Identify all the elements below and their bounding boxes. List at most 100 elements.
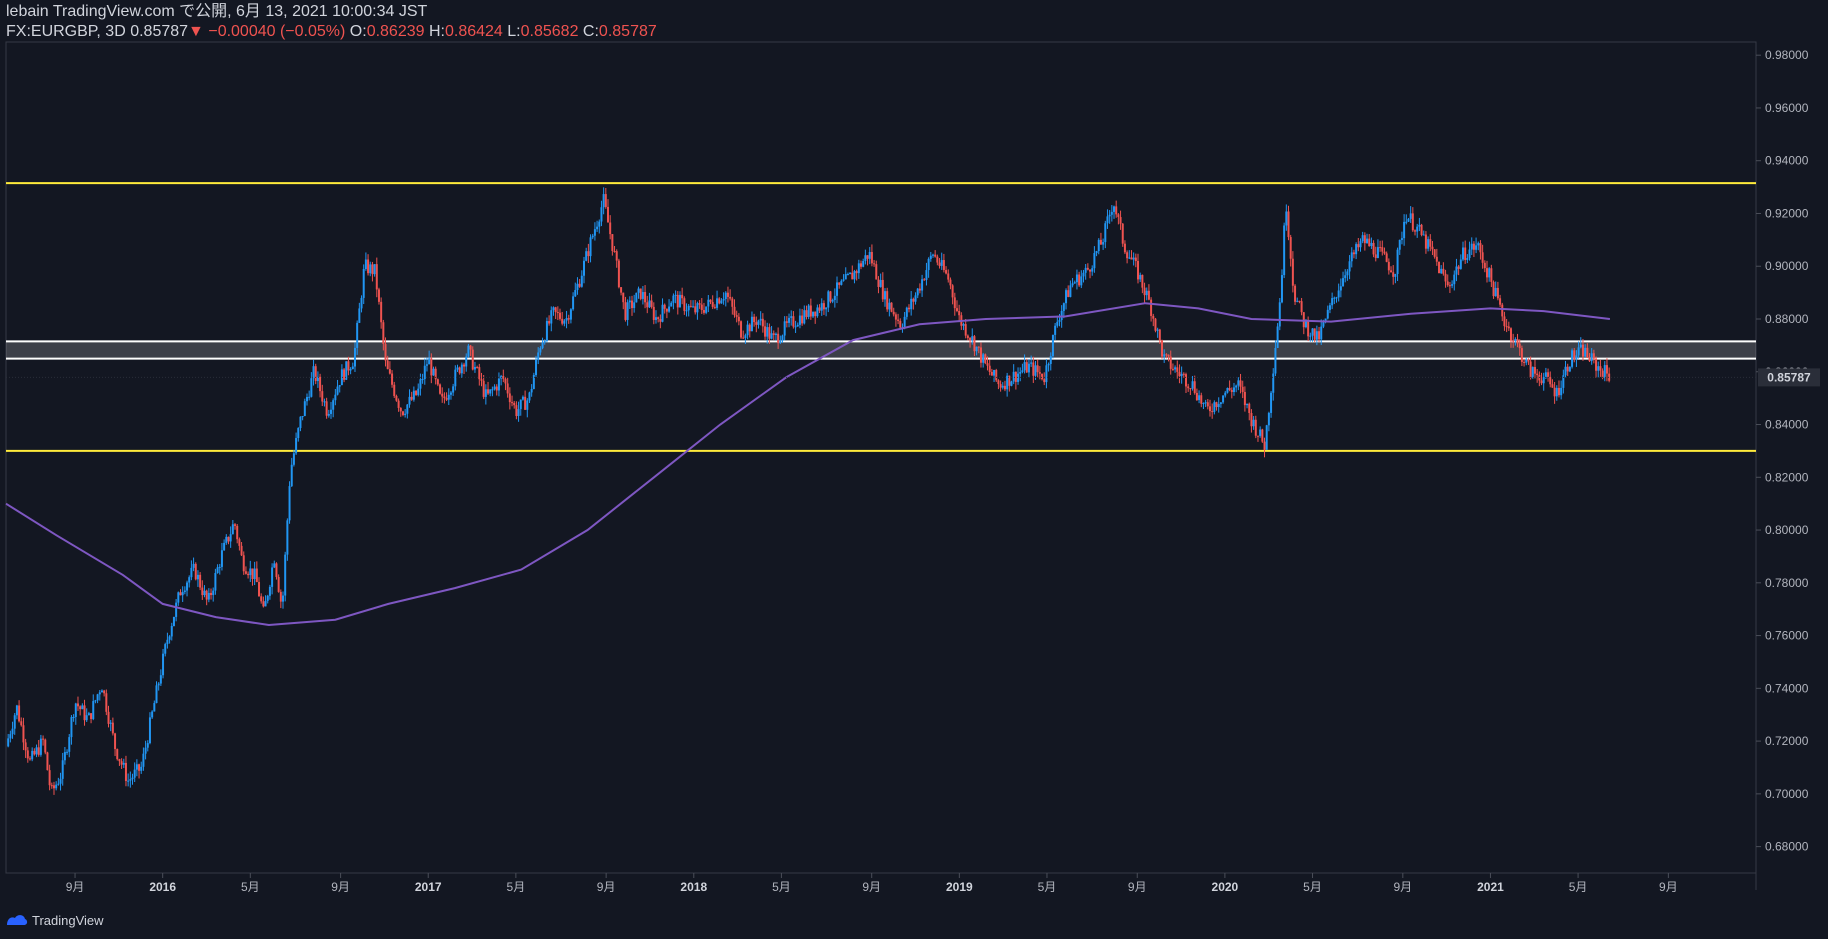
candle-body-212: [469, 345, 472, 350]
candle-body-489: [1073, 282, 1076, 284]
candle-body-229: [506, 383, 509, 394]
candle-body-675: [1479, 243, 1482, 253]
candle-body-84: [190, 567, 193, 578]
candle-body-688: [1507, 326, 1510, 329]
candle-body-333: [733, 306, 736, 316]
candle-body-193: [428, 358, 431, 365]
candle-body-43: [100, 690, 103, 693]
candle-body-732: [1603, 365, 1606, 378]
candle-body-402: [883, 291, 886, 300]
candle-body-303: [668, 306, 671, 312]
candle-body-205: [454, 369, 457, 387]
candle-body-585: [1283, 225, 1286, 276]
candle-body-336: [740, 321, 743, 338]
candle-body-460: [1010, 381, 1013, 386]
candle-body-431: [947, 273, 950, 280]
candle-body-644: [1411, 213, 1414, 231]
candle-body-529: [1161, 340, 1164, 357]
candle-body-528: [1158, 329, 1161, 341]
candle-body-266: [587, 251, 590, 257]
candle-body-501: [1099, 239, 1102, 245]
candle-body-40: [94, 700, 97, 702]
candle-body-540: [1184, 374, 1187, 387]
candle-body-154: [343, 369, 346, 380]
candle-body-416: [914, 295, 917, 302]
candle-body-710: [1555, 387, 1558, 397]
candle-body-654: [1433, 249, 1436, 257]
x-tick-label-11: 5月: [1038, 880, 1057, 894]
y-tick-label-10: 0.88000: [1765, 312, 1809, 326]
candle-body-80: [181, 592, 184, 596]
candle-body-246: [543, 341, 546, 343]
footer-brand[interactable]: TradingView: [6, 910, 104, 930]
candle-body-8: [24, 742, 27, 751]
price-chart[interactable]: 0.68000 0.70000 0.72000 0.74000 0.76000 0.780…: [0, 0, 1828, 939]
candle-body-637: [1396, 249, 1399, 274]
candle-body-202: [447, 394, 450, 400]
candle-body-473: [1038, 372, 1041, 374]
candle-body-305: [672, 295, 675, 303]
candle-body-469: [1030, 362, 1033, 364]
candle-body-120: [268, 586, 271, 596]
candle-body-61: [140, 766, 143, 771]
candle-body-603: [1322, 321, 1325, 327]
candle-body-586: [1285, 211, 1288, 226]
candle-body-550: [1206, 402, 1209, 407]
candle-body-629: [1379, 247, 1382, 249]
candle-body-471: [1034, 365, 1037, 376]
candle-body-314: [692, 306, 695, 308]
candle-body-724: [1586, 347, 1589, 358]
candle-body-441: [969, 337, 972, 341]
candle-body-641: [1405, 221, 1408, 223]
candle-body-531: [1165, 354, 1168, 356]
candle-body-149: [332, 400, 335, 410]
candle-body-506: [1110, 211, 1113, 215]
candle-body-426: [936, 256, 939, 263]
candle-body-182: [404, 413, 407, 415]
candle-body-94: [212, 590, 215, 596]
candle-body-554: [1215, 402, 1218, 408]
candle-body-67: [153, 703, 156, 712]
candle-body-181: [401, 411, 404, 415]
candle-body-3: [13, 715, 16, 729]
candle-body-130: [290, 464, 293, 487]
candle-body-335: [737, 316, 740, 322]
candle-body-269: [593, 229, 596, 236]
candle-body-716: [1568, 366, 1571, 372]
candle-body-530: [1163, 354, 1166, 357]
candle-body-516: [1132, 257, 1135, 260]
candle-body-99: [223, 542, 226, 551]
candle-body-293: [646, 302, 649, 308]
candle-body-420: [923, 279, 926, 281]
candle-body-409: [899, 320, 902, 328]
candle-body-286: [630, 300, 633, 309]
candle-body-341: [750, 316, 753, 332]
y-tick-label-7: 0.82000: [1765, 470, 1809, 484]
candle-body-291: [641, 292, 644, 299]
candle-body-163: [362, 269, 365, 298]
candle-body-38: [90, 713, 93, 719]
candle-body-27: [66, 751, 69, 753]
candle-body-700: [1533, 367, 1536, 374]
candle-body-85: [192, 563, 195, 568]
candle-body-231: [511, 402, 514, 404]
candle-body-602: [1320, 326, 1323, 340]
candle-body-384: [844, 274, 847, 280]
candle-body-619: [1357, 244, 1360, 248]
last-price-tag-label: 0.85787: [1767, 370, 1811, 384]
candle-body-488: [1071, 283, 1074, 286]
candle-body-391: [860, 263, 863, 267]
candle-body-10: [28, 758, 31, 760]
candle-body-268: [591, 235, 594, 238]
candle-body-651: [1427, 239, 1430, 249]
candle-body-465: [1021, 370, 1024, 372]
candle-body-456: [1001, 385, 1004, 388]
candle-body-434: [953, 297, 956, 309]
candle-body-74: [168, 636, 171, 640]
candle-body-500: [1097, 239, 1100, 252]
y-tick-label-14: 0.96000: [1765, 101, 1809, 115]
candle-body-240: [530, 388, 533, 393]
candle-body-321: [707, 299, 710, 307]
candle-body-505: [1108, 214, 1111, 217]
candle-body-272: [600, 207, 603, 222]
